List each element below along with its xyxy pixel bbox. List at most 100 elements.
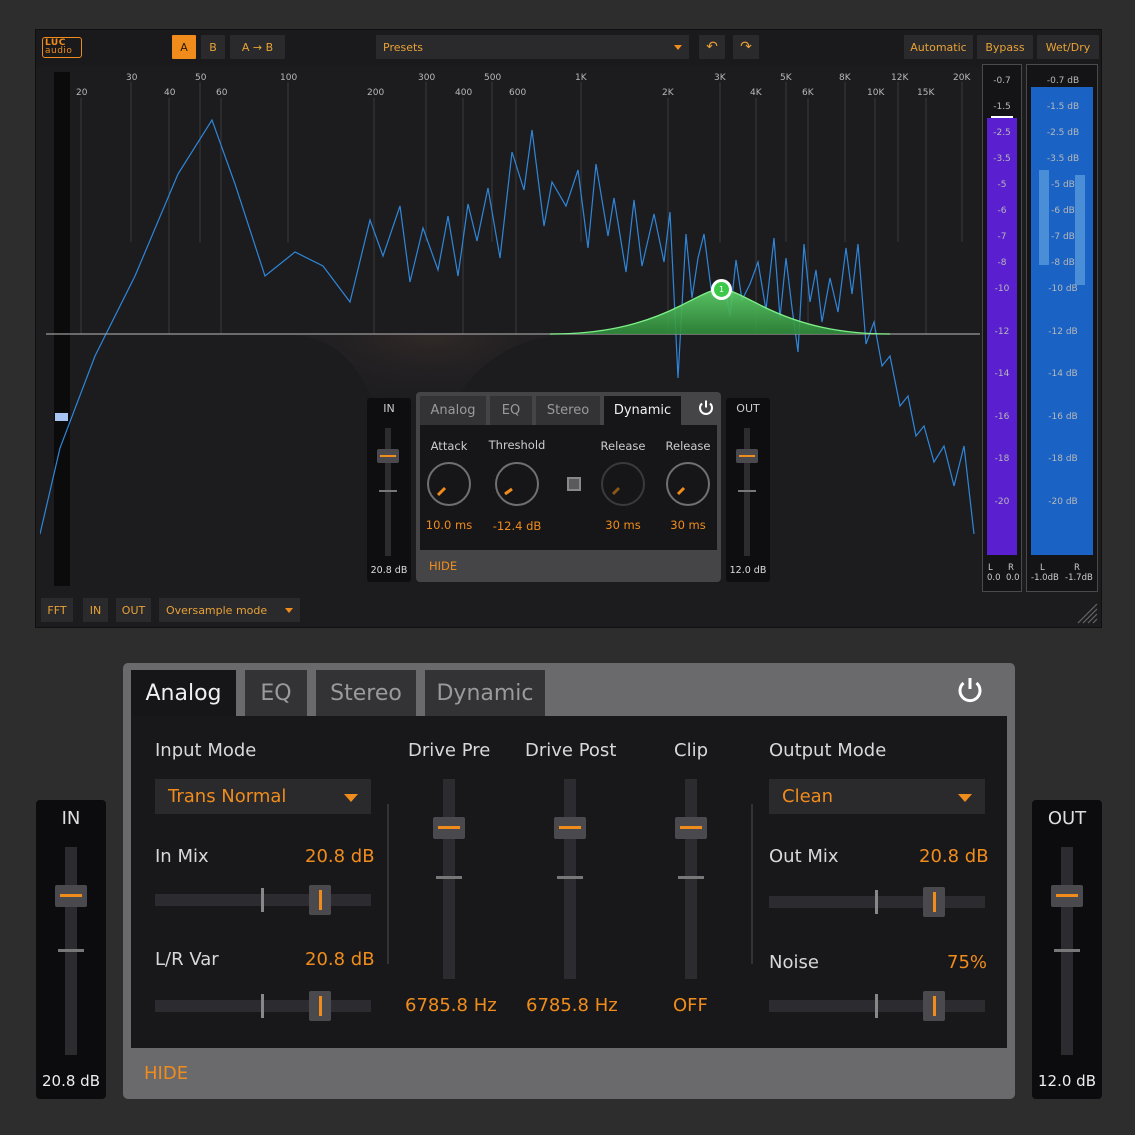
meter-channel-label: R [1008, 563, 1014, 573]
undo-button[interactable]: ↶ [699, 35, 725, 59]
release-knob-1[interactable] [599, 460, 647, 508]
presets-dropdown[interactable]: Presets [376, 35, 689, 59]
luc-audio-logo: LUC audio [42, 37, 82, 58]
freq-label: 10K [867, 88, 885, 98]
resize-handle-icon[interactable] [1074, 600, 1098, 624]
meter-scale-label: -0.7 [993, 76, 1011, 86]
meter-scale-label: -12 dB [1048, 327, 1078, 337]
meter-scale-label: -12 [994, 327, 1010, 337]
redo-button[interactable]: ↷ [733, 35, 759, 59]
slider-center-marker [436, 876, 462, 879]
preset-b-button[interactable]: B [201, 35, 225, 59]
top-toolbar: LUC audio A B A → B Presets ↶ ↷ Automati… [36, 30, 1101, 66]
input-gain-track[interactable] [385, 428, 391, 556]
undo-icon: ↶ [706, 39, 718, 55]
link-toggle[interactable] [567, 477, 581, 491]
out-spectrum-button[interactable]: OUT [116, 598, 151, 622]
freq-label: 1K [575, 73, 587, 83]
drive-post-thumb[interactable] [554, 817, 586, 839]
noise-thumb[interactable] [923, 991, 945, 1021]
out-mix-thumb[interactable] [923, 887, 945, 917]
bypass-button[interactable]: Bypass [977, 35, 1033, 59]
tab-analog[interactable]: Analog [131, 670, 236, 716]
module-popup-small: Analog EQ Stereo Dynamic Attack Threshol… [416, 392, 721, 582]
lr-var-thumb[interactable] [309, 991, 331, 1021]
level-meter-right: -0.7 dB -1.5 dB -2.5 dB -3.5 dB -5 dB -6… [1026, 64, 1098, 592]
copy-a-to-b-button[interactable]: A → B [230, 35, 285, 59]
slider-center-marker [261, 994, 264, 1018]
clip-thumb[interactable] [675, 817, 707, 839]
output-mode-value: Clean [782, 786, 834, 807]
meter-channel-label: L [1040, 563, 1045, 573]
release-knob-2[interactable] [664, 460, 712, 508]
in-mix-label: In Mix [155, 846, 209, 867]
release-value: 30 ms [605, 518, 641, 532]
redo-icon: ↷ [740, 39, 752, 55]
drive-post-value: 6785.8 Hz [526, 995, 618, 1016]
tab-dynamic[interactable]: Dynamic [604, 396, 681, 425]
tab-dynamic[interactable]: Dynamic [425, 670, 545, 716]
meter-scale-label: -16 [994, 412, 1010, 422]
freq-label: 30 [126, 73, 138, 83]
meter-scale-label: -3.5 dB [1046, 154, 1080, 164]
clip-slider[interactable] [685, 779, 697, 979]
module-tabs: Analog EQ Stereo Dynamic [420, 396, 681, 425]
fft-button[interactable]: FFT [41, 598, 73, 622]
threshold-knob[interactable] [493, 460, 541, 508]
analog-panel: Input Mode Trans Normal In Mix 20.8 dB L… [131, 716, 1007, 1048]
oversample-label: Oversample mode [166, 603, 268, 617]
output-gain-value: 12.0 dB [729, 565, 767, 576]
drive-post-label: Drive Post [525, 740, 617, 761]
freq-label: 100 [280, 73, 298, 83]
drive-post-slider[interactable] [564, 779, 576, 979]
meter-scale-label: -16 dB [1048, 412, 1078, 422]
meter-channel-label: L [988, 563, 993, 573]
big-output-gain-thumb[interactable] [1051, 885, 1083, 907]
tab-eq[interactable]: EQ [245, 670, 307, 716]
meter-scale-label: -8 [997, 258, 1007, 268]
freq-label: 8K [839, 73, 851, 83]
drive-pre-thumb[interactable] [433, 817, 465, 839]
hide-button[interactable]: HIDE [429, 559, 457, 573]
tab-eq[interactable]: EQ [490, 396, 532, 425]
meter-scale-label: -5 [997, 180, 1007, 190]
wet-dry-button[interactable]: Wet/Dry [1037, 35, 1099, 59]
freq-label: 20 [76, 88, 88, 98]
meter-scale-label: -14 dB [1048, 369, 1078, 379]
input-gain-thumb[interactable] [377, 449, 399, 463]
plugin-window: LUC audio A B A → B Presets ↶ ↷ Automati… [35, 29, 1102, 628]
module-tabs-large: Analog EQ Stereo Dynamic [131, 670, 545, 716]
freq-label: 50 [195, 73, 207, 83]
slider-center-marker [557, 876, 583, 879]
in-mix-thumb[interactable] [309, 885, 331, 915]
input-mode-dropdown[interactable]: Trans Normal [155, 779, 371, 814]
drive-pre-slider[interactable] [443, 779, 455, 979]
automatic-button[interactable]: Automatic [904, 35, 973, 59]
level-meter-right-r-peak [1075, 175, 1085, 285]
hide-button[interactable]: HIDE [144, 1063, 188, 1084]
meter-scale-label: -1.5 [993, 102, 1011, 112]
big-input-gain-value: 20.8 dB [42, 1072, 100, 1090]
attack-knob[interactable] [425, 460, 473, 508]
oversample-dropdown[interactable]: Oversample mode [159, 598, 300, 622]
meter-scale-label: -0.7 dB [1046, 76, 1080, 86]
big-input-gain-thumb[interactable] [55, 885, 87, 907]
logo-text-bottom: audio [45, 46, 73, 56]
in-spectrum-button[interactable]: IN [83, 598, 108, 622]
freq-label: 4K [750, 88, 762, 98]
unity-marker [58, 949, 84, 952]
output-gain-track[interactable] [744, 428, 750, 556]
tab-analog[interactable]: Analog [420, 396, 486, 425]
input-mode-label: Input Mode [155, 740, 257, 761]
preset-a-button[interactable]: A [172, 35, 196, 59]
power-icon[interactable] [697, 399, 715, 417]
output-mode-dropdown[interactable]: Clean [769, 779, 985, 814]
input-mode-value: Trans Normal [168, 786, 287, 807]
input-gain-label: IN [383, 402, 395, 415]
tab-stereo[interactable]: Stereo [536, 396, 600, 425]
power-icon[interactable] [955, 675, 985, 705]
meter-scale-label: -14 [994, 369, 1010, 379]
output-gain-thumb[interactable] [736, 449, 758, 463]
eq-band-1-handle[interactable]: 1 [711, 279, 732, 300]
tab-stereo[interactable]: Stereo [316, 670, 416, 716]
